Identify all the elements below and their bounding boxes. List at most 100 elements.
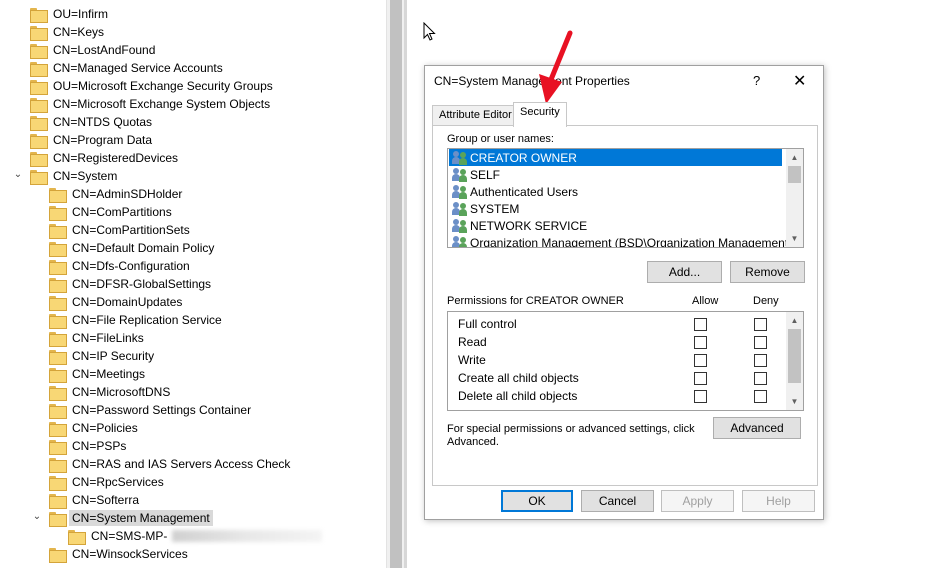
- tree-item[interactable]: CN=Dfs-Configuration: [49, 257, 193, 275]
- tree-item[interactable]: CN=SMS-MP-: [68, 527, 323, 545]
- tab-security[interactable]: Security: [513, 102, 567, 127]
- tree-item[interactable]: CN=Softerra: [49, 491, 142, 509]
- deny-checkbox[interactable]: [754, 354, 767, 367]
- folder-icon: [30, 115, 48, 131]
- deny-checkbox[interactable]: [754, 390, 767, 403]
- tree-item[interactable]: CN=NTDS Quotas: [30, 113, 155, 131]
- tree-item[interactable]: CN=Meetings: [49, 365, 148, 383]
- tree-item[interactable]: CN=Keys: [30, 23, 107, 41]
- remove-button[interactable]: Remove: [730, 261, 805, 283]
- tree-item[interactable]: CN=System Management: [49, 509, 213, 527]
- user-list-item[interactable]: Organization Management (BSD\Organizatio…: [449, 234, 792, 247]
- folder-icon: [30, 169, 48, 185]
- apply-button[interactable]: Apply: [661, 490, 734, 512]
- tree-item-label: CN=WinsockServices: [72, 547, 188, 561]
- tree-item[interactable]: CN=FileLinks: [49, 329, 147, 347]
- chevron-down-icon[interactable]: ⌄: [12, 169, 24, 181]
- permission-row: Write: [458, 351, 788, 369]
- folder-icon: [30, 25, 48, 41]
- tree-item-label: CN=IP Security: [72, 349, 155, 363]
- close-icon[interactable]: ✕: [793, 71, 806, 91]
- tree-item-label: CN=NTDS Quotas: [53, 115, 153, 129]
- folder-icon: [49, 223, 67, 239]
- tree-item[interactable]: CN=DomainUpdates: [49, 293, 185, 311]
- tree-item[interactable]: CN=Password Settings Container: [49, 401, 254, 419]
- deny-checkbox[interactable]: [754, 372, 767, 385]
- scroll-up-icon[interactable]: ▲: [786, 149, 803, 166]
- scrollbar-thumb[interactable]: [788, 166, 801, 183]
- user-list-scrollbar[interactable]: ▲ ▼: [786, 149, 803, 247]
- tree-item[interactable]: CN=RpcServices: [49, 473, 167, 491]
- tree-item[interactable]: CN=Policies: [49, 419, 141, 437]
- user-list-item[interactable]: SYSTEM: [449, 200, 782, 217]
- tree-item[interactable]: CN=RAS and IAS Servers Access Check: [49, 455, 293, 473]
- chevron-down-icon[interactable]: ⌄: [31, 511, 43, 523]
- user-list-item[interactable]: Authenticated Users: [449, 183, 782, 200]
- scroll-down-icon[interactable]: ▼: [786, 230, 803, 247]
- group-names-label: Group or user names:: [447, 133, 554, 145]
- user-list[interactable]: Organization Management (BSD\Organizatio…: [447, 148, 804, 248]
- scroll-up-icon[interactable]: ▲: [786, 312, 803, 329]
- pane-splitter[interactable]: [404, 0, 407, 568]
- user-list-item[interactable]: CREATOR OWNER: [449, 149, 782, 166]
- scroll-down-icon[interactable]: ▼: [786, 393, 803, 410]
- tree-item[interactable]: CN=PSPs: [49, 437, 129, 455]
- allow-checkbox[interactable]: [694, 390, 707, 403]
- scrollbar-thumb[interactable]: [788, 329, 801, 383]
- tree-item[interactable]: CN=System: [30, 167, 120, 185]
- allow-checkbox[interactable]: [694, 354, 707, 367]
- tree-item[interactable]: OU=Microsoft Exchange Security Groups: [30, 77, 276, 95]
- allow-checkbox[interactable]: [694, 318, 707, 331]
- folder-icon: [49, 187, 67, 203]
- folder-icon: [49, 259, 67, 275]
- ok-button[interactable]: OK: [501, 490, 573, 512]
- tree-item[interactable]: CN=Default Domain Policy: [49, 239, 217, 257]
- user-group-icon: [452, 184, 468, 199]
- cancel-button[interactable]: Cancel: [581, 490, 654, 512]
- tree-item[interactable]: CN=Managed Service Accounts: [30, 59, 226, 77]
- annotation-arrow-icon: [539, 30, 573, 104]
- allow-checkbox[interactable]: [694, 372, 707, 385]
- allow-checkbox[interactable]: [694, 336, 707, 349]
- tab-attribute-editor[interactable]: Attribute Editor: [432, 105, 519, 126]
- deny-header: Deny: [753, 295, 779, 307]
- folder-icon: [49, 475, 67, 491]
- folder-icon: [49, 421, 67, 437]
- tree-item[interactable]: CN=LostAndFound: [30, 41, 158, 59]
- tree-item[interactable]: CN=DFSR-GlobalSettings: [49, 275, 214, 293]
- tree-item[interactable]: CN=Microsoft Exchange System Objects: [30, 95, 273, 113]
- directory-tree: OU=Infirm CN=Keys CN=LostAndFound CN=Manage…: [0, 0, 386, 568]
- deny-checkbox[interactable]: [754, 318, 767, 331]
- tree-item[interactable]: OU=Infirm: [30, 5, 111, 23]
- tree-item-label: CN=SMS-MP-: [91, 529, 168, 543]
- help-button[interactable]: Help: [742, 490, 815, 512]
- tree-item[interactable]: CN=ComPartitions: [49, 203, 175, 221]
- user-name: CREATOR OWNER: [470, 150, 577, 165]
- properties-dialog: CN=System Management Properties ? ✕ Attr…: [424, 65, 824, 520]
- help-icon[interactable]: ?: [753, 73, 760, 88]
- user-name: SELF: [470, 167, 501, 182]
- add-button[interactable]: Add...: [647, 261, 722, 283]
- tree-item[interactable]: CN=IP Security: [49, 347, 157, 365]
- tree-item-label: CN=Microsoft Exchange System Objects: [53, 97, 271, 111]
- tree-scrollbar-thumb[interactable]: [390, 0, 402, 568]
- tree-item[interactable]: CN=Program Data: [30, 131, 155, 149]
- permissions-scrollbar[interactable]: ▲ ▼: [786, 312, 803, 410]
- tree-scrollbar[interactable]: [386, 0, 404, 568]
- dialog-title: CN=System Management Properties: [434, 74, 630, 88]
- tree-item-label: CN=DomainUpdates: [72, 295, 183, 309]
- folder-icon: [49, 457, 67, 473]
- user-name: Organization Management (BSD\Organizatio…: [470, 235, 793, 248]
- deny-checkbox[interactable]: [754, 336, 767, 349]
- advanced-button[interactable]: Advanced: [713, 417, 801, 439]
- tree-item[interactable]: CN=AdminSDHolder: [49, 185, 185, 203]
- tree-item[interactable]: CN=WinsockServices: [49, 545, 191, 563]
- tree-item[interactable]: CN=File Replication Service: [49, 311, 225, 329]
- tree-item-label: CN=Default Domain Policy: [72, 241, 215, 255]
- permission-row: Create all child objects: [458, 369, 788, 387]
- user-list-item[interactable]: SELF: [449, 166, 782, 183]
- tree-item[interactable]: CN=ComPartitionSets: [49, 221, 193, 239]
- user-list-item[interactable]: NETWORK SERVICE: [449, 217, 782, 234]
- tree-item[interactable]: CN=RegisteredDevices: [30, 149, 181, 167]
- tree-item[interactable]: CN=MicrosoftDNS: [49, 383, 173, 401]
